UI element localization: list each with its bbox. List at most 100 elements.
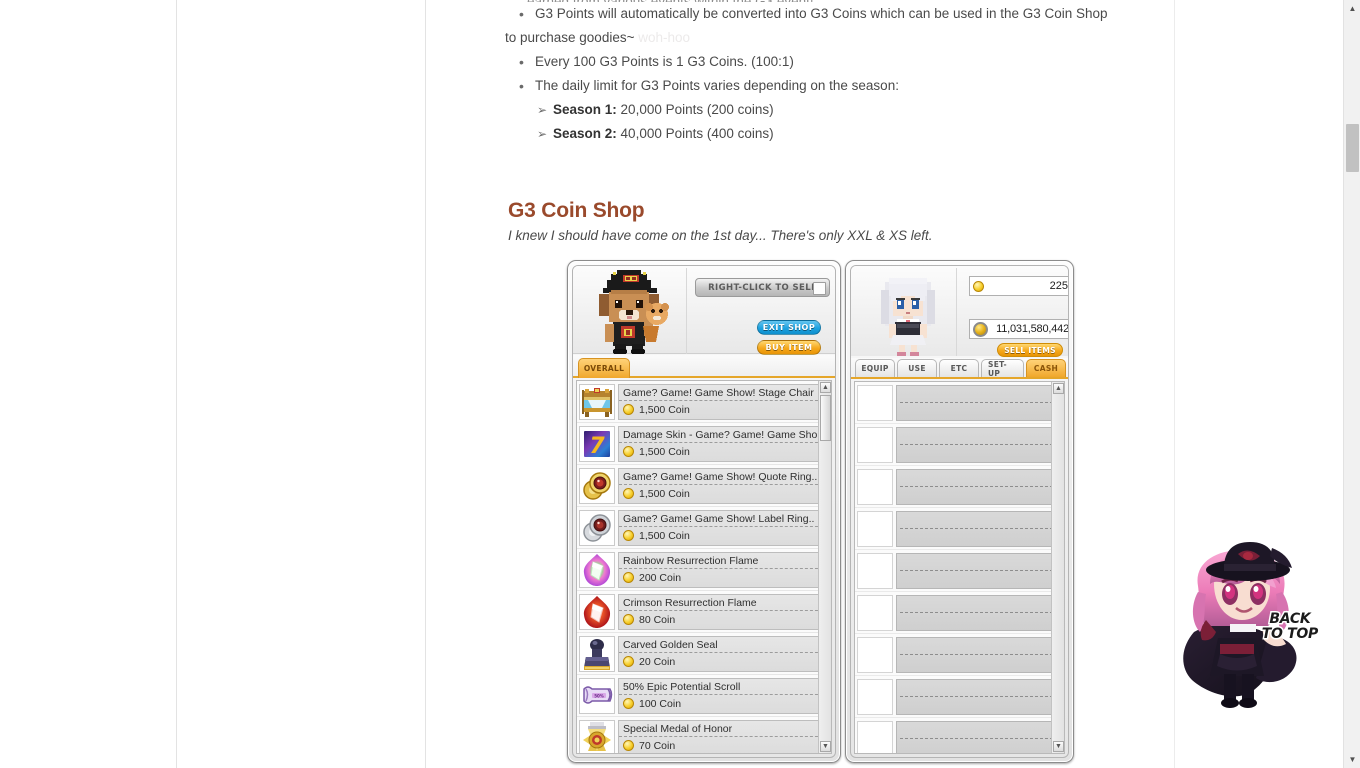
shop-item-row[interactable]: Game? Game! Game Show! Stage Chair 1,500 …	[577, 381, 831, 423]
shop-window-inner: RIGHT-CLICK TO SELL EXIT SHOP BUY ITEM O…	[572, 265, 836, 758]
exit-shop-button[interactable]: EXIT SHOP	[757, 320, 821, 335]
shop-item-row[interactable]: Game? Game! Game Show! Label Ring.. 1,500…	[577, 507, 831, 549]
section-subtitle: I knew I should have come on the 1st day…	[508, 228, 933, 243]
inventory-slot-row[interactable]	[855, 550, 1064, 592]
inventory-tab-cash[interactable]: CASH	[1026, 359, 1066, 377]
shop-item-body: Crimson Resurrection Flame 80 Coin	[618, 593, 829, 630]
inventory-slot-body	[896, 678, 1062, 715]
shop-item-body: Carved Golden Seal 20 Coin	[618, 635, 829, 672]
inventory-slot-row[interactable]	[855, 424, 1064, 466]
coin-icon	[623, 614, 634, 625]
shop-window: RIGHT-CLICK TO SELL EXIT SHOP BUY ITEM O…	[567, 260, 841, 763]
shop-list-scrollbar[interactable]: ▲ ▼	[818, 381, 831, 753]
shop-item-list[interactable]: Game? Game! Game Show! Stage Chair 1,500 …	[576, 380, 832, 754]
bullet-item-2: • Every 100 G3 Points is 1 G3 Coins. (10…	[505, 50, 1150, 74]
shop-item-row[interactable]: Crimson Resurrection Flame 80 Coin	[577, 591, 831, 633]
inventory-tab-strip: EQUIP USE ETC SET-UP CASH	[851, 358, 1068, 379]
mesos-balance-row: 11,031,580,442	[969, 319, 1069, 339]
inventory-slot-row[interactable]	[855, 382, 1064, 424]
inventory-item-slot[interactable]	[857, 720, 893, 753]
coin-icon	[623, 656, 634, 667]
shop-item-price-value: 200 Coin	[639, 571, 682, 584]
golden-seal-icon	[579, 635, 615, 672]
inventory-slot-row[interactable]	[855, 508, 1064, 550]
label-ring-icon	[579, 509, 615, 546]
arrow-bullet-icon: ➢	[537, 127, 548, 141]
shop-item-price: 20 Coin	[619, 653, 828, 671]
coin-icon	[623, 488, 634, 499]
tab-overall[interactable]: OVERALL	[578, 358, 630, 378]
shop-item-row[interactable]: Game? Game! Game Show! Quote Ring.. 1,500…	[577, 465, 831, 507]
content-right-rule	[425, 0, 426, 768]
inventory-slot-row[interactable]	[855, 634, 1064, 676]
inventory-item-slot[interactable]	[857, 678, 893, 715]
mesos-icon	[973, 321, 988, 337]
shop-item-name: Rainbow Resurrection Flame	[619, 553, 828, 569]
inventory-slot-body	[896, 384, 1062, 421]
inventory-tab-set-up[interactable]: SET-UP	[981, 359, 1024, 378]
season-1-value: 20,000 Points (200 coins)	[620, 102, 774, 117]
shop-item-body: Special Medal of Honor 70 Coin	[618, 719, 829, 754]
inventory-scrollbar[interactable]: ▲ ▼	[1051, 382, 1064, 753]
scrollbar-thumb[interactable]	[1346, 124, 1359, 172]
shop-item-body: Rainbow Resurrection Flame 200 Coin	[618, 551, 829, 588]
sub-item-season-2: ➢ Season 2: 40,000 Points (400 coins)	[505, 122, 1150, 146]
shop-item-price: 70 Coin	[619, 737, 828, 754]
scroll-up-arrow-icon[interactable]: ▲	[820, 382, 831, 393]
shop-item-price-value: 1,500 Coin	[639, 529, 690, 542]
inventory-item-slot[interactable]	[857, 384, 893, 421]
coin-icon	[623, 530, 634, 541]
shop-scroll-thumb[interactable]	[820, 395, 831, 441]
inventory-window: 225 11,031,580,442 SELL ITEMS EQUIP USE ET…	[845, 260, 1074, 763]
inventory-item-slot[interactable]	[857, 594, 893, 631]
shop-item-row[interactable]: Rainbow Resurrection Flame 200 Coin	[577, 549, 831, 591]
inventory-slot-row[interactable]	[855, 718, 1064, 753]
right-click-to-sell-checkbox[interactable]	[813, 281, 826, 295]
svg-text:50%: 50%	[594, 693, 604, 698]
inventory-slot-row[interactable]	[855, 592, 1064, 634]
bullet-item-3-text: The daily limit for G3 Points varies dep…	[535, 78, 899, 93]
scrollbar-down-arrow-icon[interactable]: ▼	[1344, 751, 1360, 768]
inventory-item-slot[interactable]	[857, 552, 893, 589]
back-to-top-label[interactable]: BACK TO TOP	[1260, 610, 1320, 643]
bullet-item-2-text: Every 100 G3 Points is 1 G3 Coins. (100:…	[535, 54, 794, 69]
quote-ring-icon	[579, 467, 615, 504]
sell-items-button[interactable]: SELL ITEMS	[997, 343, 1063, 357]
inventory-item-slot[interactable]	[857, 426, 893, 463]
inventory-header: 225 11,031,580,442 SELL ITEMS	[851, 266, 1069, 357]
scrollbar-up-arrow-icon[interactable]: ▲	[1344, 0, 1360, 17]
back-to-top-widget[interactable]: BACK TO TOP	[1176, 540, 1320, 715]
inventory-tab-etc[interactable]: ETC	[939, 359, 979, 377]
scroll-up-arrow-icon[interactable]: ▲	[1053, 383, 1064, 394]
sub-item-season-1: ➢ Season 1: 20,000 Points (200 coins)	[505, 98, 1150, 122]
buy-item-button[interactable]: BUY ITEM	[757, 340, 821, 355]
shop-npc-portrait	[579, 268, 687, 354]
right-click-to-sell-toggle[interactable]: RIGHT-CLICK TO SELL	[695, 278, 830, 297]
inventory-slot-list[interactable]: ▲ ▼	[854, 381, 1065, 754]
shop-item-row[interactable]: 7 Damage Skin - Game? Game! Game Sho.. 1,5…	[577, 423, 831, 465]
damage-skin-icon: 7	[579, 425, 615, 462]
inventory-window-inner: 225 11,031,580,442 SELL ITEMS EQUIP USE ET…	[850, 265, 1069, 758]
shop-item-name: Special Medal of Honor	[619, 721, 828, 737]
browser-scrollbar[interactable]: ▲ ▼	[1343, 0, 1360, 768]
shop-item-row[interactable]: 50% 50% Epic Potential Scroll 100 Coin	[577, 675, 831, 717]
inventory-item-slot[interactable]	[857, 468, 893, 505]
inventory-tab-use[interactable]: USE	[897, 359, 937, 377]
bullet-dot-icon: •	[519, 54, 524, 70]
scroll-down-arrow-icon[interactable]: ▼	[1053, 741, 1064, 752]
inventory-tab-equip[interactable]: EQUIP	[855, 359, 895, 377]
shop-item-price: 200 Coin	[619, 569, 828, 587]
shop-item-row[interactable]: Special Medal of Honor 70 Coin	[577, 717, 831, 754]
rainbow-flame-icon	[579, 551, 615, 588]
scroll-down-arrow-icon[interactable]: ▼	[820, 741, 831, 752]
section-heading: G3 Coin Shop	[508, 199, 645, 222]
shop-item-row[interactable]: Carved Golden Seal 20 Coin	[577, 633, 831, 675]
inventory-slot-row[interactable]	[855, 676, 1064, 718]
shop-tab-strip: OVERALL	[573, 355, 835, 378]
inventory-slot-row[interactable]	[855, 466, 1064, 508]
inventory-slot-body	[896, 468, 1062, 505]
inventory-item-slot[interactable]	[857, 636, 893, 673]
inventory-item-slot[interactable]	[857, 510, 893, 547]
shop-item-price: 1,500 Coin	[619, 401, 828, 419]
mesos-balance-value: 11,031,580,442	[996, 323, 1069, 335]
